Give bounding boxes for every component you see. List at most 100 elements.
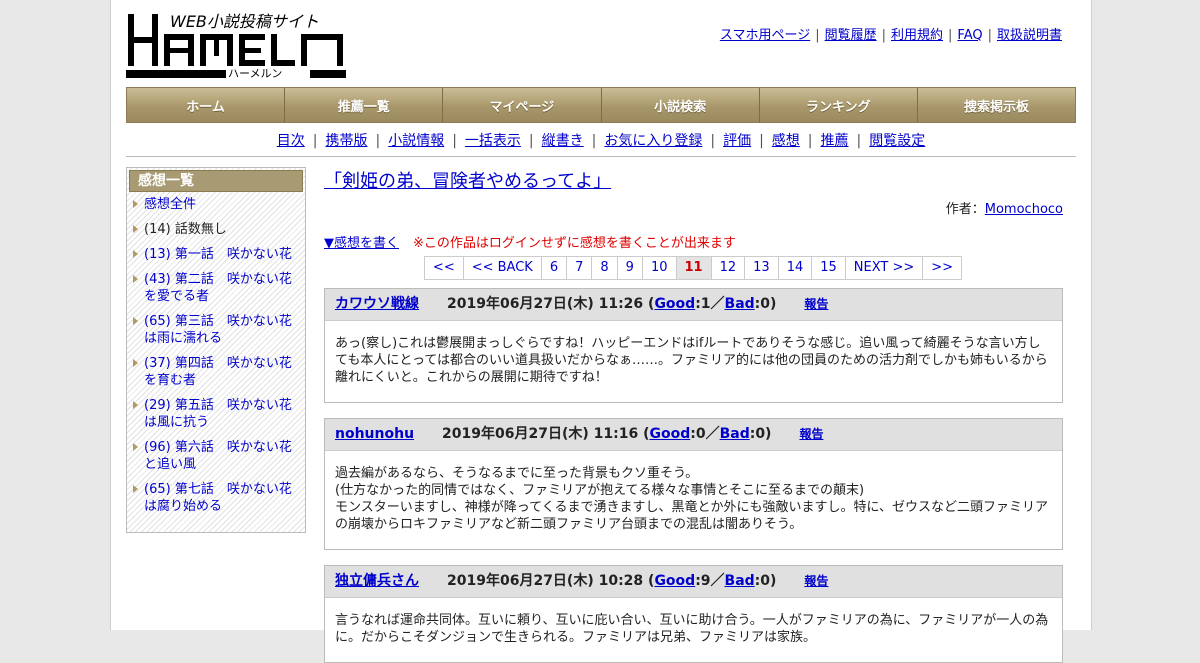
top-links: スマホ用ページ | 閲覧履歴 | 利用規約 | FAQ | 取扱説明書 (720, 24, 1062, 43)
report-link[interactable]: 報告 (804, 574, 828, 588)
subnav-vertical[interactable]: 縦書き (542, 133, 584, 149)
review-user-link[interactable]: カワウソ戦線 (335, 296, 419, 312)
arrow-right-icon (133, 275, 138, 283)
subnav-favorite[interactable]: お気に入り登録 (604, 133, 702, 149)
report-link[interactable]: 報告 (804, 297, 828, 311)
arrow-right-icon (133, 359, 138, 367)
review-card: カワウソ戦線 2019年06月27日(木) 11:26 (Good:1／Bad:0… (324, 288, 1063, 403)
sidebar-item[interactable]: 感想全件 (133, 196, 301, 213)
separator: | (375, 133, 381, 149)
nav-home[interactable]: ホーム (127, 88, 286, 122)
sidebar-item-label[interactable]: 感想全件 (144, 197, 196, 212)
sidebar-item[interactable]: (96) 第六話 咲かない花と追い風 (133, 439, 301, 473)
nav-search-board[interactable]: 捜索掲示板 (917, 88, 1076, 122)
sidebar-item[interactable]: (65) 第七話 咲かない花は腐り始める (133, 481, 301, 515)
faq-link[interactable]: FAQ (957, 28, 982, 43)
nav-novel-search[interactable]: 小説検索 (601, 88, 760, 122)
subnav-toc[interactable]: 目次 (277, 133, 305, 149)
nav-mypage[interactable]: マイページ (443, 88, 602, 122)
review-card: nohunohu 2019年06月27日(木) 11:16 (Good:0／Bad… (324, 418, 1063, 550)
review-list: カワウソ戦線 2019年06月27日(木) 11:26 (Good:1／Bad:0… (324, 288, 1063, 663)
report-link[interactable]: 報告 (799, 427, 823, 441)
history-link[interactable]: 閲覧履歴 (825, 28, 877, 43)
bad-vote-link[interactable]: Bad (725, 296, 755, 312)
arrow-right-icon (133, 401, 138, 409)
sidebar-item[interactable]: (43) 第二話 咲かない花を愛でる者 (133, 271, 301, 305)
terms-link[interactable]: 利用規約 (891, 28, 943, 43)
separator: | (528, 133, 534, 149)
review-text: 言うなれば運命共同体。互いに頼り、互いに庇い合い、互いに助け合う。一人がファミリ… (335, 613, 1049, 645)
page-link[interactable]: 13 (744, 256, 779, 280)
sidebar-item-label[interactable]: (43) 第二話 咲かない花を愛でる者 (144, 272, 292, 304)
good-vote-link[interactable]: Good (654, 296, 695, 312)
separator: | (881, 28, 886, 43)
good-vote-link[interactable]: Good (654, 573, 695, 589)
sidebar-item[interactable]: (37) 第四話 咲かない花を育む者 (133, 355, 301, 389)
page-link[interactable]: NEXT >> (844, 256, 924, 280)
review-header: カワウソ戦線 2019年06月27日(木) 11:26 (Good:1／Bad:0… (325, 289, 1062, 321)
bad-vote-link[interactable]: Bad (720, 426, 750, 442)
review-text: モンスターいますし、神様が降ってくるまで湧きますし、黒竜とか外にも強敵いますし。… (335, 500, 1049, 532)
page-link[interactable]: 8 (591, 256, 618, 280)
sidebar-item-label[interactable]: (13) 第一話 咲かない花 (144, 247, 292, 262)
separator: | (591, 133, 597, 149)
page-link[interactable]: 12 (710, 256, 746, 280)
main-nav: ホーム 推薦一覧 マイページ 小説検索 ランキング 捜索掲示板 (126, 87, 1076, 123)
separator: | (807, 133, 813, 149)
sidebar-item-label[interactable]: (65) 第三話 咲かない花は雨に濡れる (144, 314, 292, 346)
sidebar-item[interactable]: (13) 第一話 咲かない花 (133, 246, 301, 263)
novel-title[interactable]: 「剣姫の弟、冒険者やめるってよ」 (324, 167, 611, 193)
author-label: 作者： (945, 202, 985, 217)
hameln-logo[interactable]: WEB小説投稿サイト ハーメルン (126, 10, 346, 80)
page-link[interactable]: >> (922, 256, 963, 280)
author-link[interactable]: Momochoco (985, 202, 1063, 217)
smartphone-page-link[interactable]: スマホ用ページ (720, 28, 810, 43)
separator: | (312, 133, 318, 149)
author-line: 作者：Momochoco (324, 198, 1063, 217)
manual-link[interactable]: 取扱説明書 (997, 28, 1062, 43)
review-user-link[interactable]: 独立傭兵さん (335, 573, 419, 589)
nav-recommendations[interactable]: 推薦一覧 (285, 88, 444, 122)
page-link[interactable]: 14 (777, 256, 813, 280)
page-link[interactable]: 6 (540, 256, 568, 280)
review-header: nohunohu 2019年06月27日(木) 11:16 (Good:0／Bad… (325, 419, 1062, 451)
sidebar-item-label[interactable]: (29) 第五話 咲かない花は風に抗う (144, 398, 292, 430)
sidebar-title: 感想一覧 (129, 170, 303, 192)
review-header: 独立傭兵さん 2019年06月27日(木) 10:28 (Good:9／Bad:0… (325, 566, 1062, 598)
page-link[interactable]: << (423, 256, 464, 280)
subnav-reviews[interactable]: 感想 (772, 133, 800, 149)
bad-vote-link[interactable]: Bad (725, 573, 755, 589)
review-text: 過去編があるなら、そうなるまでに至った背景もクソ重そう。 (335, 466, 699, 481)
page-link[interactable]: 9 (616, 256, 643, 280)
review-card: 独立傭兵さん 2019年06月27日(木) 10:28 (Good:9／Bad:0… (324, 565, 1063, 663)
arrow-right-icon (133, 250, 138, 258)
subnav-rating[interactable]: 評価 (723, 133, 751, 149)
subnav-recommend[interactable]: 推薦 (821, 133, 849, 149)
arrow-right-icon (133, 225, 138, 233)
arrow-right-icon (133, 443, 138, 451)
sidebar-item[interactable]: (29) 第五話 咲かない花は風に抗う (133, 397, 301, 431)
sidebar-item-label[interactable]: (37) 第四話 咲かない花を育む者 (144, 356, 292, 388)
review-body: あっ(察し)これは鬱展開まっしぐらですね！ハッピーエンドはifルートでありそうな… (325, 321, 1062, 402)
review-meta: 2019年06月27日(木) 11:26 (Good:1／Bad:0) (447, 296, 777, 312)
good-vote-link[interactable]: Good (649, 426, 690, 442)
review-user-link[interactable]: nohunohu (335, 426, 414, 442)
page-link[interactable]: 10 (641, 256, 677, 280)
separator: | (856, 133, 862, 149)
arrow-right-icon (133, 317, 138, 325)
subnav-show-all[interactable]: 一括表示 (465, 133, 521, 149)
sidebar-item-label[interactable]: (96) 第六話 咲かない花と追い風 (144, 440, 292, 472)
nav-ranking[interactable]: ランキング (759, 88, 918, 122)
subnav-mobile[interactable]: 携帯版 (325, 133, 367, 149)
subnav-view-settings[interactable]: 閲覧設定 (869, 133, 925, 149)
sidebar-item-label[interactable]: (65) 第七話 咲かない花は腐り始める (144, 482, 292, 514)
subnav-novel-info[interactable]: 小説情報 (388, 133, 444, 149)
page-link[interactable]: << BACK (462, 256, 542, 280)
page-link[interactable]: 7 (566, 256, 593, 280)
page-current[interactable]: 11 (675, 256, 712, 280)
write-review-link[interactable]: ▼感想を書く (324, 236, 399, 251)
sidebar-item[interactable]: (65) 第三話 咲かない花は雨に濡れる (133, 313, 301, 347)
review-text: (仕方なかった的同情ではなく、ファミリアが抱えてる様々な事情とそこに至るまでの顛… (335, 483, 865, 498)
review-text: あっ(察し)これは鬱展開まっしぐらですね！ハッピーエンドはifルートでありそうな… (335, 336, 1048, 385)
page-link[interactable]: 15 (811, 256, 846, 280)
